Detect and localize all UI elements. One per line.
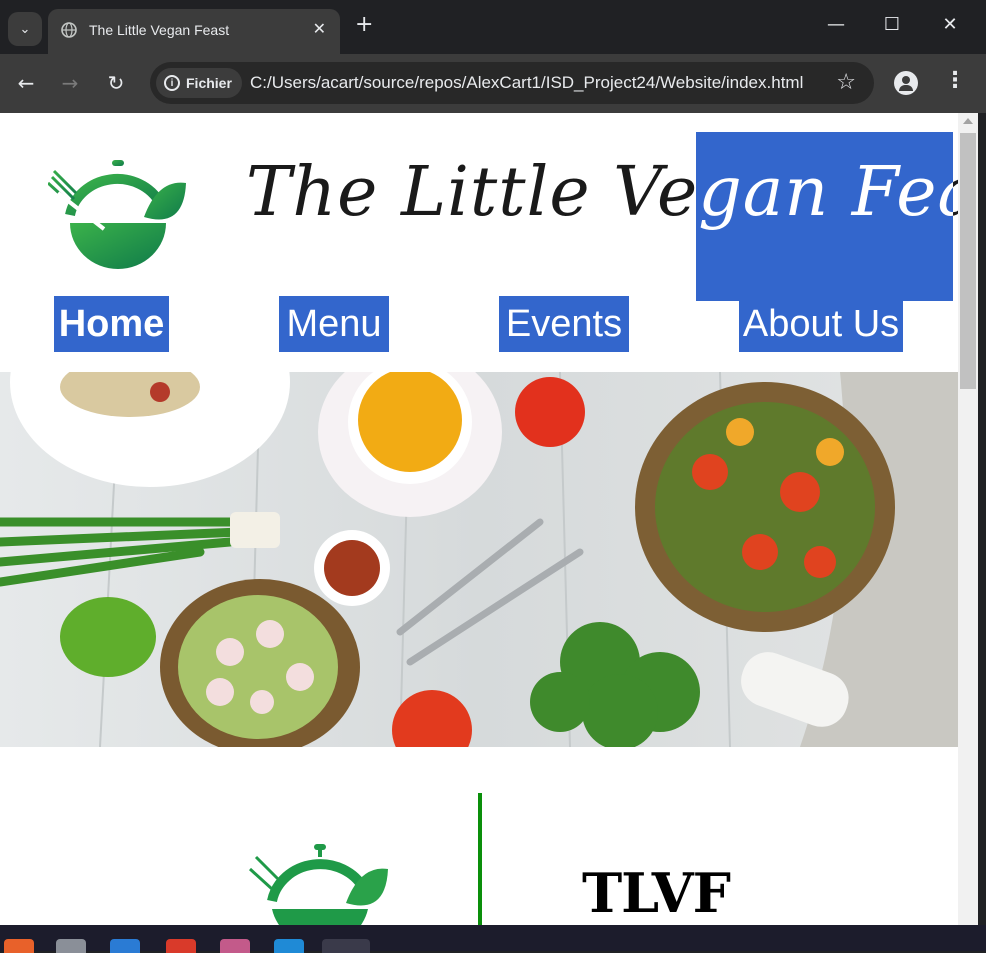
back-icon[interactable]: ← (14, 71, 38, 95)
info-icon: i (164, 75, 180, 91)
scroll-up-icon[interactable] (963, 118, 973, 124)
address-bar[interactable]: i Fichier C:/Users/acart/source/repos/Al… (150, 62, 874, 104)
tab-title: The Little Vegan Feast (89, 22, 230, 38)
page-viewport: The Little Vegan Feast The Little Vegan … (0, 113, 958, 925)
menu-icon[interactable]: ⋮ (944, 68, 966, 93)
url-text[interactable]: C:/Users/acart/source/repos/AlexCart1/IS… (250, 73, 803, 93)
close-window-button[interactable]: ✕ (940, 14, 960, 35)
section-heading: TLVF (582, 861, 731, 925)
security-chip-label: Fichier (186, 75, 232, 91)
tab-close-icon[interactable]: ✕ (313, 19, 326, 38)
profile-icon[interactable] (894, 71, 918, 95)
browser-tab[interactable]: The Little Vegan Feast ✕ (48, 9, 340, 54)
tab-search-icon[interactable]: ⌄ (8, 12, 42, 46)
tab-strip: ⌄ The Little Vegan Feast ✕ + — ☐ ✕ (0, 0, 986, 54)
hero-image (0, 372, 958, 747)
section-divider (478, 793, 482, 925)
logo-icon (248, 844, 388, 925)
star-icon[interactable]: ☆ (836, 70, 856, 95)
maximize-button[interactable]: ☐ (882, 14, 902, 35)
vertical-scrollbar[interactable] (958, 113, 978, 925)
nav-events[interactable]: Events (499, 296, 629, 352)
site-title-highlight-text: The Little Vegan Feast (696, 153, 953, 232)
minimize-button[interactable]: — (826, 14, 846, 35)
site-info-chip[interactable]: i Fichier (156, 68, 242, 98)
nav-home[interactable]: Home (54, 296, 169, 352)
title-highlight: The Little Vegan Feast (696, 132, 953, 301)
reload-icon[interactable]: ↻ (104, 71, 128, 95)
browser-toolbar: ← → ↻ i Fichier C:/Users/acart/source/re… (0, 54, 986, 113)
forward-icon[interactable]: → (58, 71, 82, 95)
new-tab-button[interactable]: + (355, 14, 373, 36)
nav-about-us[interactable]: About Us (739, 296, 903, 352)
taskbar (0, 925, 986, 953)
window-border (978, 113, 986, 925)
nav-menu[interactable]: Menu (279, 296, 389, 352)
scrollbar-thumb[interactable] (960, 133, 976, 389)
globe-icon (61, 22, 77, 38)
logo-icon (48, 160, 186, 269)
